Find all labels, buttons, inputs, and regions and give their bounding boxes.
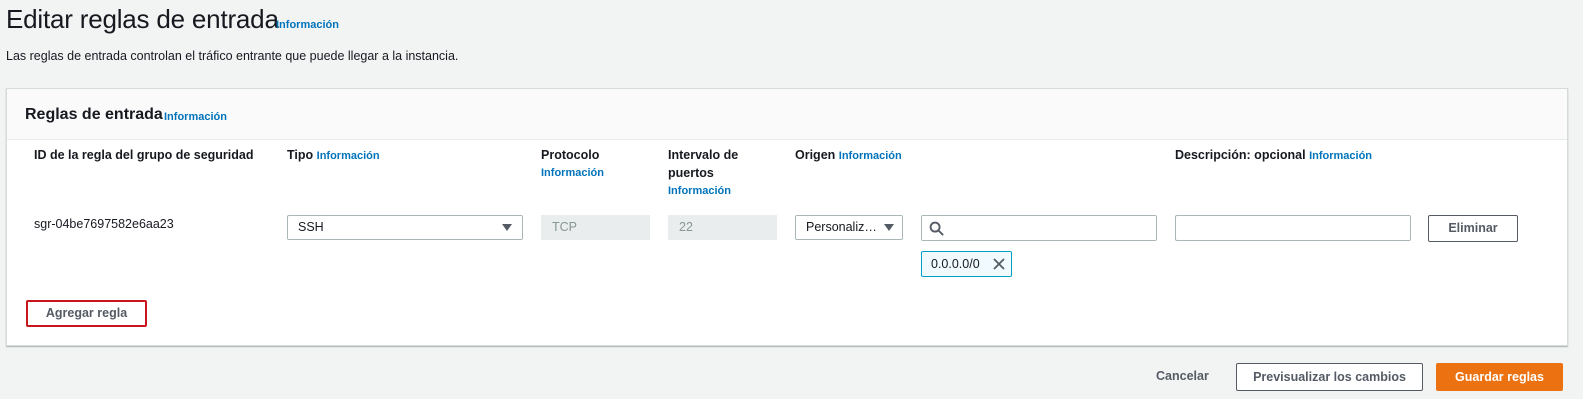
source-type-select-value: Personaliz… bbox=[806, 220, 877, 234]
port-range-field: 22 bbox=[668, 215, 777, 240]
column-header-source-label: Origen bbox=[795, 148, 836, 162]
column-header-source-info-link[interactable]: Información bbox=[839, 150, 902, 162]
page-title-info-link[interactable]: Información bbox=[276, 19, 339, 31]
preview-changes-button[interactable]: Previsualizar los cambios bbox=[1236, 363, 1423, 391]
column-header-type-label: Tipo bbox=[287, 148, 314, 162]
column-header-port-range-line2: puertos bbox=[668, 166, 714, 180]
panel-header: Reglas de entrada Información bbox=[7, 89, 1567, 140]
column-header-type: Tipo Información bbox=[287, 146, 380, 165]
column-header-description: Descripción: opcional Información bbox=[1175, 146, 1372, 165]
column-header-type-info-link[interactable]: Información bbox=[317, 150, 380, 162]
source-cidr-token-label: 0.0.0.0/0 bbox=[931, 257, 980, 271]
column-header-protocol-label: Protocolo bbox=[541, 148, 600, 162]
rule-id: sgr-04be7697582e6aa23 bbox=[34, 217, 174, 231]
caret-down-icon bbox=[884, 224, 894, 231]
source-search-input[interactable] bbox=[921, 215, 1157, 241]
column-header-protocol-info-link[interactable]: Información bbox=[541, 164, 604, 182]
description-input[interactable] bbox=[1175, 215, 1411, 241]
source-cidr-token: 0.0.0.0/0 bbox=[921, 251, 1012, 277]
type-select-value: SSH bbox=[298, 220, 324, 234]
save-rules-button[interactable]: Guardar reglas bbox=[1436, 363, 1563, 391]
delete-rule-button[interactable]: Eliminar bbox=[1428, 215, 1518, 242]
cancel-button[interactable]: Cancelar bbox=[1156, 369, 1209, 383]
column-header-port-range-info-link[interactable]: Información bbox=[668, 182, 738, 200]
page-title: Editar reglas de entrada bbox=[6, 4, 279, 34]
panel-title: Reglas de entrada bbox=[25, 106, 163, 123]
close-icon[interactable] bbox=[993, 258, 1005, 270]
column-header-port-range-line1: Intervalo de bbox=[668, 148, 739, 162]
page-description: Las reglas de entrada controlan el tráfi… bbox=[6, 49, 459, 63]
column-header-protocol: Protocolo Información bbox=[541, 146, 604, 182]
column-header-description-label: Descripción: opcional bbox=[1175, 148, 1306, 162]
caret-down-icon bbox=[502, 224, 512, 231]
add-rule-button[interactable]: Agregar regla bbox=[26, 300, 147, 327]
protocol-field: TCP bbox=[541, 215, 650, 240]
column-header-source: Origen Información bbox=[795, 146, 902, 165]
panel-title-info-link[interactable]: Información bbox=[164, 111, 227, 123]
source-type-select[interactable]: Personaliz… bbox=[795, 215, 903, 240]
type-select[interactable]: SSH bbox=[287, 215, 523, 240]
column-header-port-range: Intervalo de puertos Información bbox=[668, 146, 738, 200]
inbound-rules-panel: Reglas de entrada Información ID de la r… bbox=[6, 88, 1568, 346]
column-header-rule-id: ID de la regla del grupo de seguridad bbox=[34, 148, 254, 162]
search-icon bbox=[929, 221, 944, 236]
column-header-description-info-link[interactable]: Información bbox=[1309, 150, 1372, 162]
